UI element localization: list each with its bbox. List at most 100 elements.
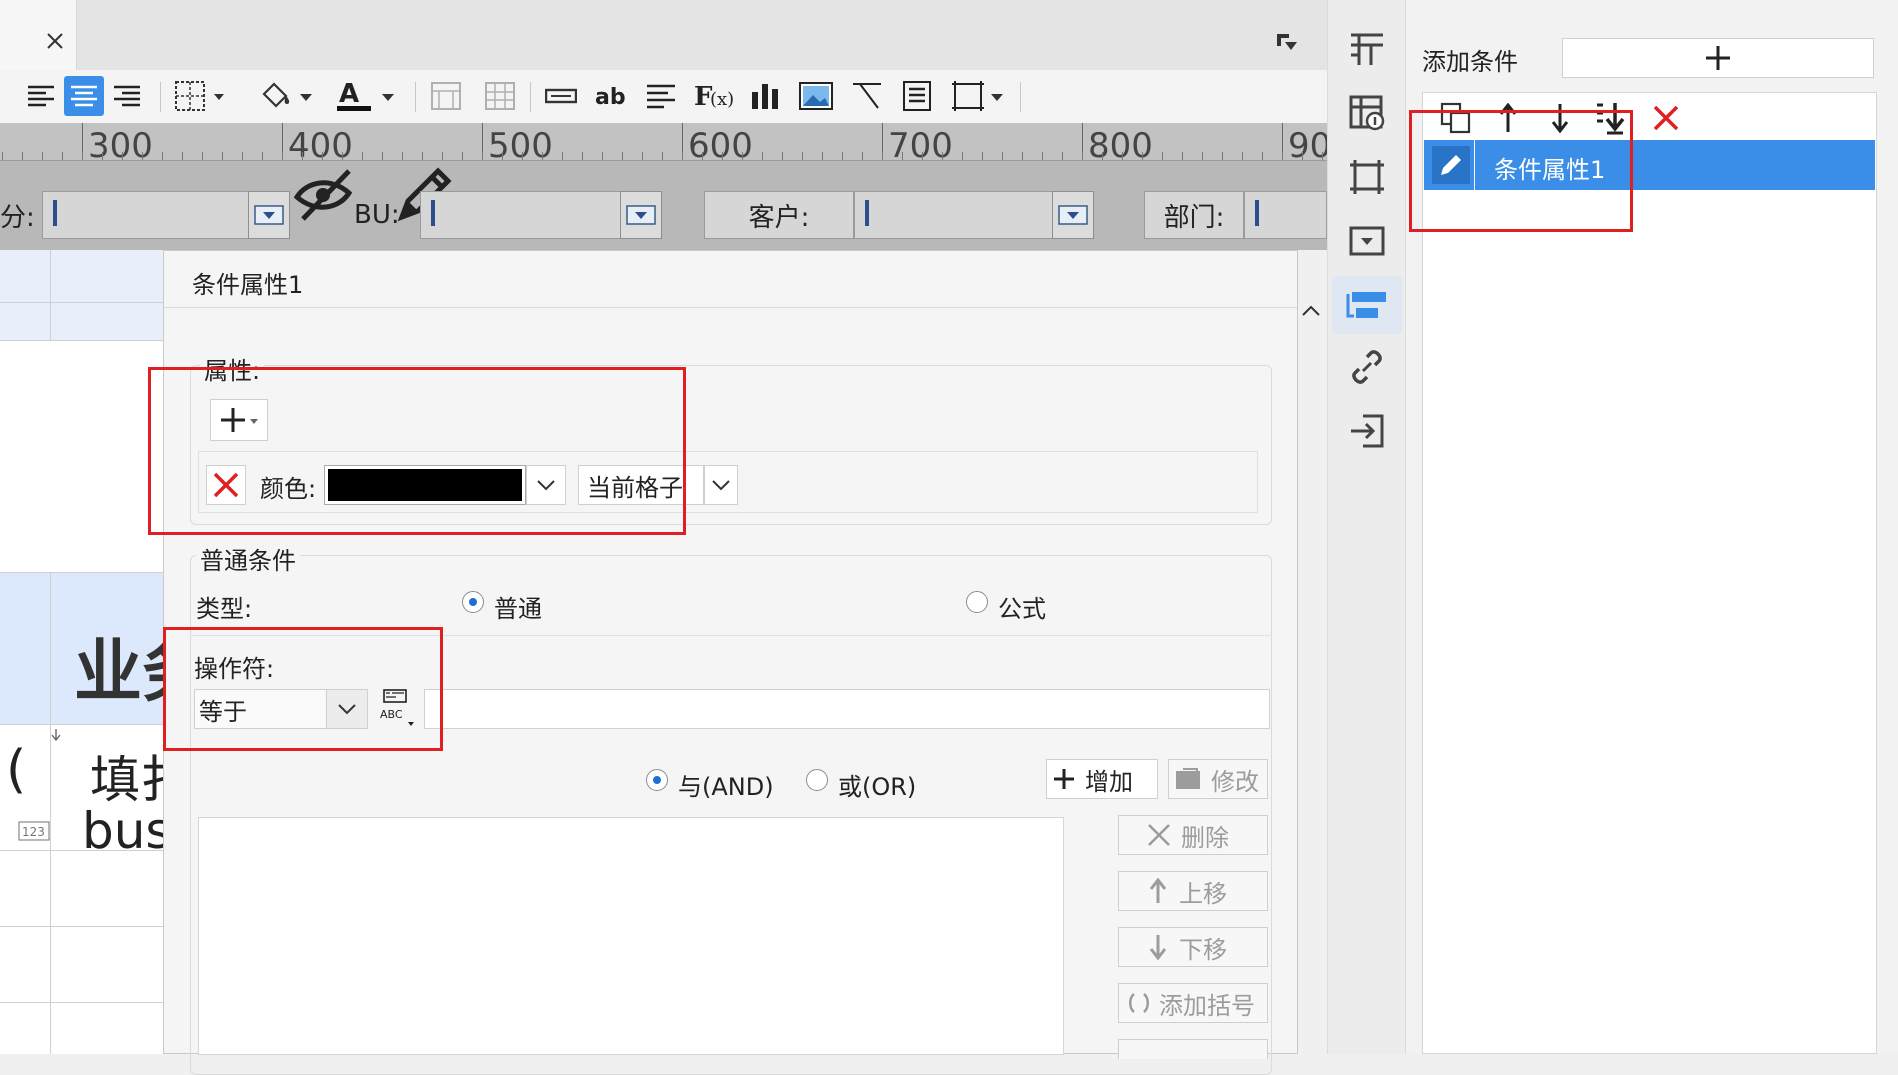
- chart-icon[interactable]: [746, 79, 784, 113]
- text-field-icon[interactable]: [542, 79, 580, 113]
- formula-icon[interactable]: F (x): [692, 76, 734, 116]
- condition-list[interactable]: [198, 817, 1064, 1055]
- type-formula-radio[interactable]: [966, 591, 988, 613]
- add-bracket-label: 添加括号: [1159, 991, 1255, 1020]
- ruler-tick: [22, 152, 23, 160]
- add-bracket-button[interactable]: 添加括号: [1118, 983, 1268, 1023]
- logic-or-radio[interactable]: [806, 769, 828, 791]
- add-label: 增加: [1085, 767, 1133, 796]
- svg-text:(x): (x): [710, 89, 733, 110]
- condition-list-item[interactable]: 条件属性1: [1424, 140, 1875, 190]
- svg-text:ab: ab: [595, 85, 626, 110]
- ruler-tick: [342, 152, 343, 160]
- align-center-icon[interactable]: [64, 76, 104, 116]
- condition-attribute-icon: [1346, 292, 1386, 318]
- ruler-tick: [82, 152, 83, 160]
- ruler-tick: [302, 152, 303, 160]
- ruler-tick: [462, 152, 463, 160]
- cell-widget-icon[interactable]: [1346, 92, 1388, 134]
- collapse-panel-icon[interactable]: [1272, 28, 1302, 58]
- ruler-tick: [722, 152, 723, 160]
- frame-dropdown-icon[interactable]: [950, 79, 1008, 113]
- operator-dropdown-button[interactable]: [326, 689, 368, 729]
- frame-icon[interactable]: [1346, 156, 1388, 198]
- cell-layout-icon[interactable]: [1346, 28, 1388, 70]
- more-button[interactable]: [1118, 1039, 1268, 1059]
- type-normal-radio[interactable]: [462, 591, 484, 613]
- ruler-tick: [542, 152, 543, 160]
- horizontal-ruler: 300 400 500 600 700 800 90: [0, 123, 1327, 161]
- ruler-tick: [1062, 152, 1063, 160]
- paragraph-icon[interactable]: [642, 79, 680, 113]
- ruler-tick: [1222, 152, 1223, 160]
- ruler-tick: [202, 152, 203, 160]
- arrow-up-icon[interactable]: [1488, 98, 1528, 138]
- dropdown-button[interactable]: [248, 191, 290, 239]
- parameter-bar: 分: BU: 客户: 部门:: [0, 161, 1327, 250]
- add-condition-plus-button[interactable]: [1562, 38, 1874, 78]
- dropdown-button[interactable]: [620, 191, 662, 239]
- operator-select[interactable]: 等于: [194, 689, 328, 729]
- scroll-up-chevron-icon[interactable]: [1298, 298, 1324, 324]
- type-formula-label: 公式: [998, 595, 1046, 623]
- condition-value-input[interactable]: [424, 689, 1270, 729]
- import-icon[interactable]: [1346, 410, 1388, 452]
- remove-attribute-button[interactable]: [206, 465, 246, 505]
- ruler-tick: [1282, 152, 1283, 160]
- form-icon[interactable]: [898, 79, 936, 113]
- close-icon[interactable]: [42, 28, 68, 54]
- color-dropdown-button[interactable]: [526, 465, 566, 505]
- attributes-label: 属性:: [200, 351, 265, 386]
- filter-input-1[interactable]: [42, 191, 250, 239]
- move-down-button[interactable]: 下移: [1118, 927, 1268, 967]
- tab-bar: [0, 0, 1327, 70]
- ruler-tick: [262, 152, 263, 160]
- ruler-tick: [1262, 152, 1263, 160]
- delete-condition-button[interactable]: 删除: [1118, 815, 1268, 855]
- type-normal-label: 普通: [494, 595, 542, 623]
- dropdown-widget-icon[interactable]: [1346, 220, 1388, 262]
- filter-input-customer[interactable]: [854, 191, 1054, 239]
- slash-line-icon[interactable]: [848, 79, 886, 113]
- add-condition-button[interactable]: 增加: [1046, 759, 1158, 799]
- move-up-button[interactable]: 上移: [1118, 871, 1268, 911]
- ruler-tick: [842, 152, 843, 160]
- active-tab[interactable]: [0, 0, 77, 70]
- arrow-down-icon[interactable]: [1540, 98, 1580, 138]
- ruler-tick: [1202, 152, 1203, 160]
- filter-input-bu[interactable]: [420, 191, 622, 239]
- ruler-tick: [802, 152, 803, 160]
- border-icon[interactable]: [172, 78, 228, 114]
- hyperlink-icon[interactable]: [1346, 346, 1388, 388]
- type-label: 类型:: [196, 595, 253, 623]
- fill-color-icon[interactable]: [254, 78, 318, 114]
- font-color-icon[interactable]: A: [334, 76, 400, 116]
- scope-dropdown-button[interactable]: [704, 465, 738, 505]
- image-icon[interactable]: [796, 79, 836, 113]
- add-attribute-button[interactable]: [210, 399, 268, 441]
- filter-input-dept[interactable]: [1244, 191, 1327, 239]
- condition-attribute-tab[interactable]: [1332, 276, 1402, 334]
- color-picker[interactable]: [324, 465, 526, 505]
- logic-and-radio[interactable]: [646, 769, 668, 791]
- ruler-tick: [1142, 152, 1143, 160]
- modify-condition-button[interactable]: 修改: [1168, 759, 1268, 799]
- value-type-abc-icon[interactable]: ABC: [374, 685, 418, 731]
- condition-property-dialog: 条件属性1 属性: 颜色: 当前格子 普通条件 类型: 普通 公式 操作符: 等…: [163, 250, 1298, 1075]
- filter-label-1: 分:: [0, 202, 35, 233]
- table-grid-icon[interactable]: [482, 79, 518, 113]
- text-ab-icon[interactable]: ab: [592, 79, 630, 113]
- merge-cells-icon[interactable]: [428, 79, 464, 113]
- property-icon-bar: [1327, 0, 1406, 1054]
- scope-value: 当前格子: [587, 473, 683, 502]
- ruler-tick: [742, 152, 743, 160]
- copy-icon[interactable]: [1436, 98, 1476, 138]
- scope-select[interactable]: 当前格子: [578, 465, 704, 505]
- hidden-eye-icon: [290, 163, 360, 227]
- dropdown-button[interactable]: [1052, 191, 1094, 239]
- move-to-bottom-icon[interactable]: [1588, 98, 1632, 138]
- ruler-tick: [502, 152, 503, 160]
- align-right-icon[interactable]: [110, 79, 144, 113]
- align-left-icon[interactable]: [24, 79, 58, 113]
- delete-red-x-icon[interactable]: [1646, 98, 1686, 138]
